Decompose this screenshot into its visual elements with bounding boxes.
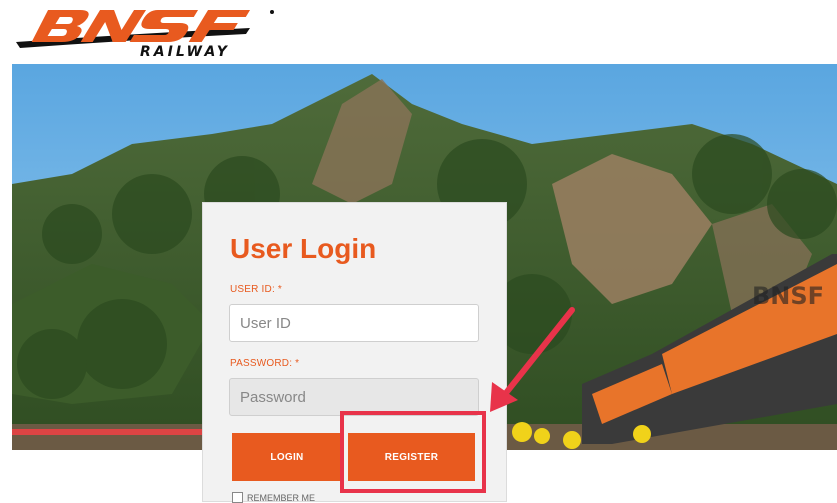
user-id-input[interactable] <box>229 304 479 342</box>
annotation-arrow-icon <box>490 307 575 412</box>
svg-text:BNSF: BNSF <box>752 282 824 310</box>
user-id-label: USER ID: * <box>230 284 283 295</box>
page-title: User Login <box>230 233 377 264</box>
password-label: PASSWORD: * <box>230 358 300 369</box>
bnsf-logo[interactable]: RAILWAY <box>10 4 280 62</box>
logo-subtitle: RAILWAY <box>140 44 230 60</box>
login-button[interactable]: LOGIN <box>232 433 342 481</box>
register-highlight-box <box>340 411 486 493</box>
